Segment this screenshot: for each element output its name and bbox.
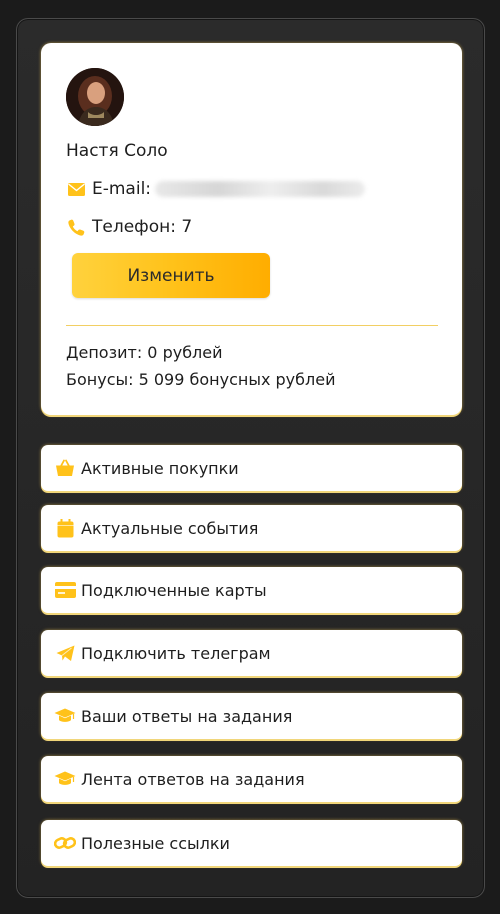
menu-item-label: Активные покупки: [81, 458, 239, 478]
calendar-icon: [54, 518, 76, 538]
edit-profile-button[interactable]: Изменить: [72, 253, 270, 298]
user-name: Настя Соло: [66, 141, 168, 161]
menu-item-connected-cards[interactable]: Подключенные карты: [41, 567, 462, 613]
graduation-cap-icon: [54, 706, 76, 726]
menu-item-your-answers[interactable]: Ваши ответы на задания: [41, 693, 462, 739]
avatar[interactable]: [66, 68, 124, 126]
menu-item-label: Лента ответов на задания: [81, 769, 305, 789]
phone-label: Телефон: 7: [92, 217, 193, 237]
bonuses-text: Бонусы: 5 099 бонусных рублей: [66, 370, 336, 389]
menu-item-connect-telegram[interactable]: Подключить телеграм: [41, 630, 462, 676]
menu-item-answers-feed[interactable]: Лента ответов на задания: [41, 756, 462, 802]
email-label: E-mail:: [92, 179, 152, 199]
menu-item-active-purchases[interactable]: Активные покупки: [41, 445, 462, 491]
menu-item-label: Полезные ссылки: [81, 833, 230, 853]
phone-icon: [66, 218, 86, 236]
email-value-blurred: [155, 181, 366, 197]
telegram-icon: [54, 643, 76, 663]
credit-card-icon: [54, 580, 76, 600]
basket-icon: [54, 458, 76, 478]
menu-item-label: Подключенные карты: [81, 580, 267, 600]
divider: [66, 325, 438, 326]
menu-item-current-events[interactable]: Актуальные события: [41, 505, 462, 551]
menu-item-label: Ваши ответы на задания: [81, 706, 293, 726]
link-icon: [54, 833, 76, 853]
envelope-icon: [66, 180, 86, 198]
graduation-cap-icon: [54, 769, 76, 789]
deposit-text: Депозит: 0 рублей: [66, 343, 223, 362]
profile-card: Настя Соло E-mail: Телефон: 7 Изменить Д…: [41, 43, 462, 415]
menu-item-label: Актуальные события: [81, 518, 259, 538]
menu-item-label: Подключить телеграм: [81, 643, 271, 663]
email-row: E-mail:: [66, 179, 366, 199]
phone-row: Телефон: 7: [66, 217, 192, 237]
menu-item-useful-links[interactable]: Полезные ссылки: [41, 820, 462, 866]
